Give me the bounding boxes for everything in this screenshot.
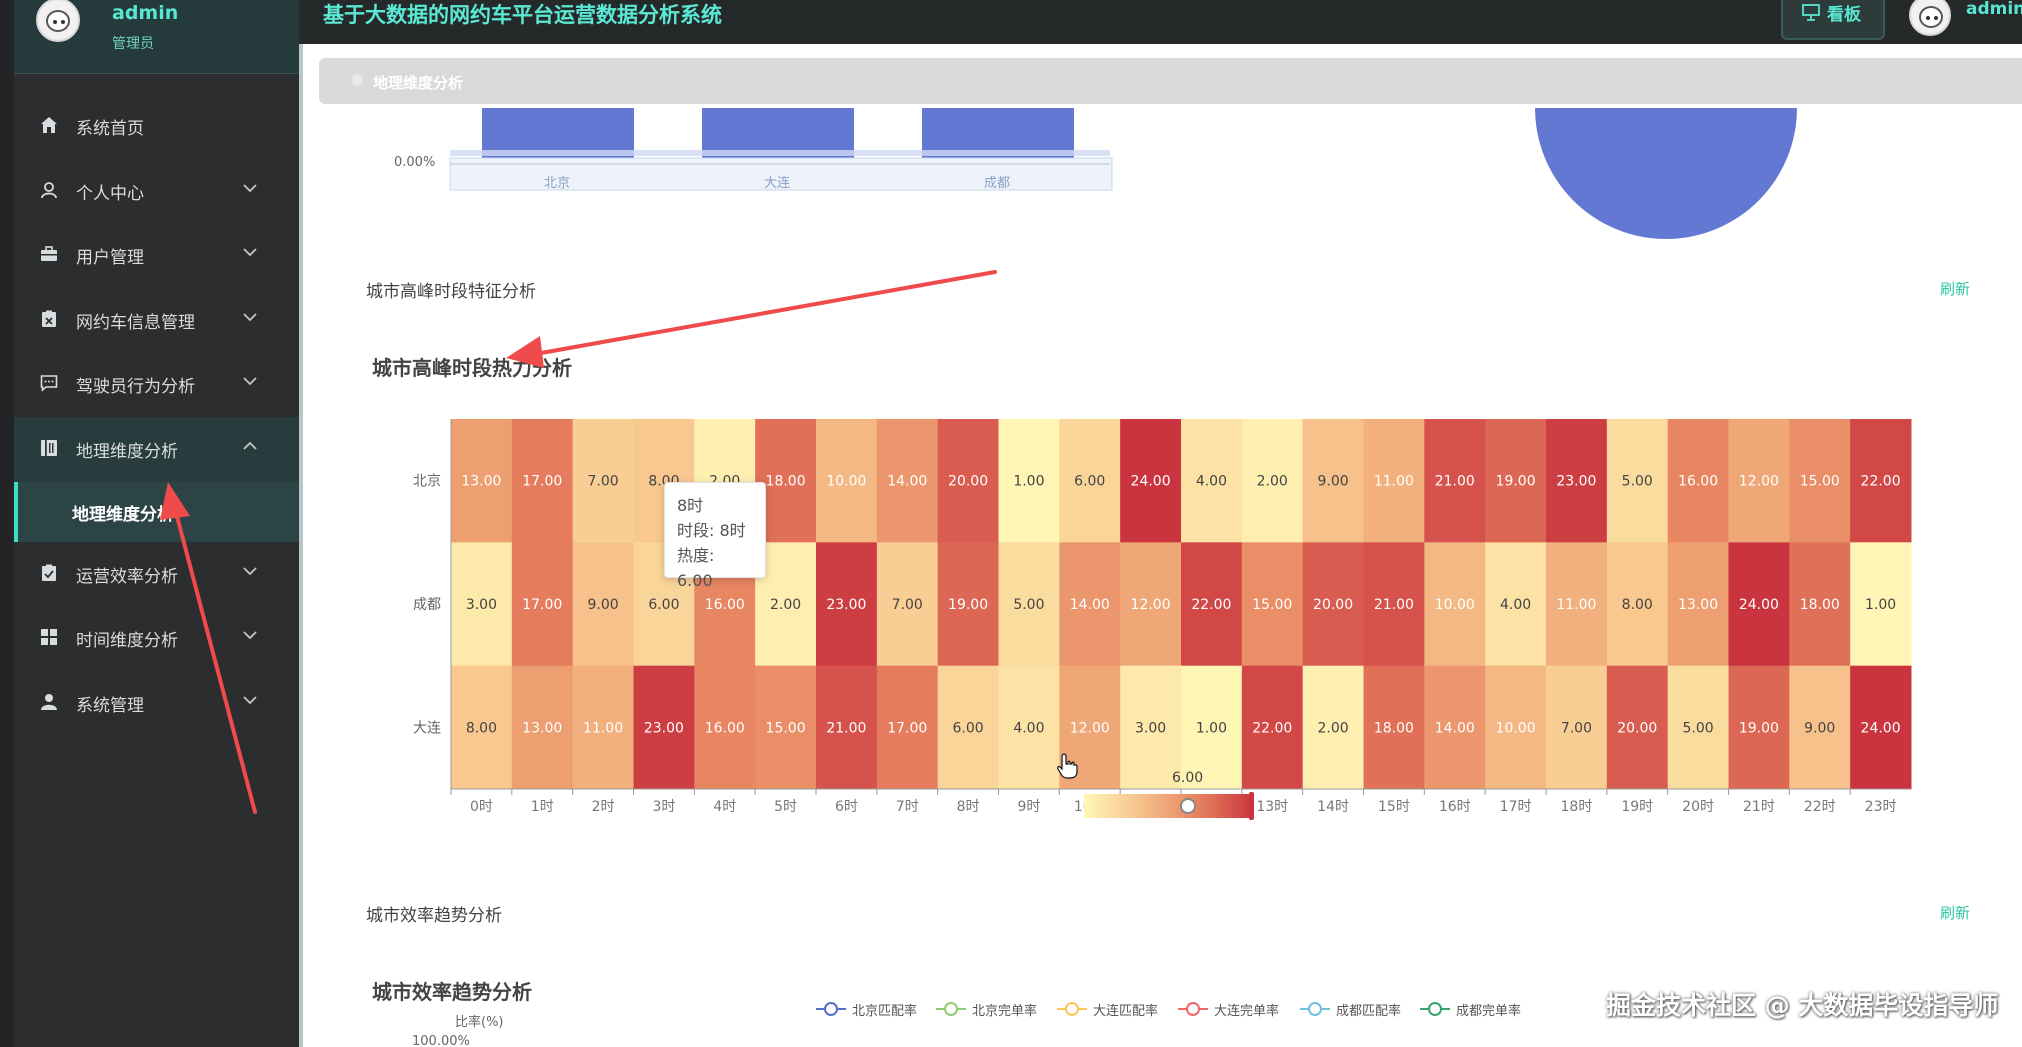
- legend-label: 大连匹配率: [1093, 1004, 1159, 1019]
- annotation-arrows: [160, 270, 997, 814]
- watermark: 掘金技术社区 @ 大数据毕设指导师: [1606, 991, 1999, 1020]
- efficiency-chart-title: 城市效率趋势分析: [372, 980, 532, 1004]
- legend-label: 北京匹配率: [852, 1004, 918, 1019]
- legend-label: 北京完单率: [972, 1004, 1038, 1019]
- section-title-efficiency: 城市效率趋势分析: [366, 906, 502, 926]
- legend-label: 成都完单率: [1456, 1004, 1522, 1019]
- legend-label: 大连完单率: [1214, 1004, 1280, 1019]
- efficiency-y-tick: 100.00%: [412, 1034, 470, 1047]
- refresh-efficiency-button[interactable]: 刷新: [1940, 902, 1970, 923]
- legend-label: 成都匹配率: [1336, 1004, 1402, 1019]
- efficiency-y-label: 比率(%): [455, 1015, 504, 1030]
